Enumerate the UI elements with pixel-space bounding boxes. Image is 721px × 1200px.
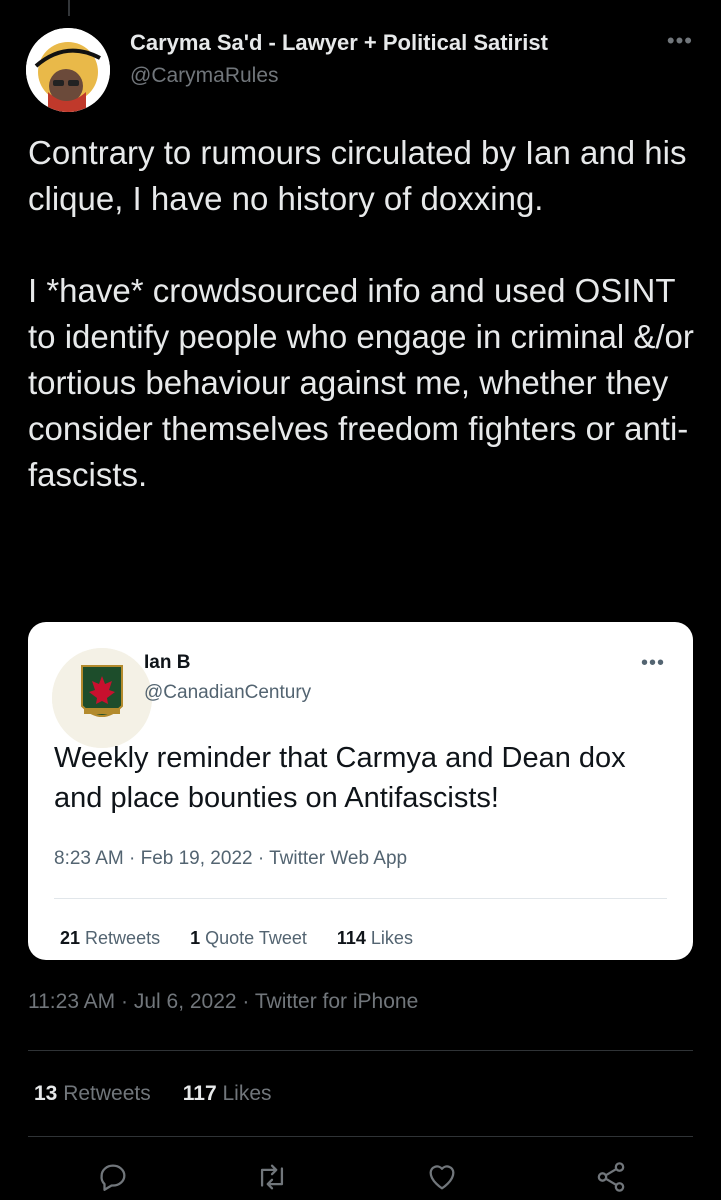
quoted-retweets-label: Retweets [85, 928, 161, 948]
thread-line [68, 0, 70, 16]
divider-top [28, 1050, 693, 1051]
more-options-icon[interactable]: ••• [667, 28, 693, 54]
quoted-likes-label: Likes [370, 928, 413, 948]
quoted-divider [54, 898, 667, 899]
quoted-quotes-count: 1 [190, 928, 201, 948]
share-button[interactable] [594, 1160, 634, 1196]
reply-button[interactable] [96, 1160, 136, 1196]
quoted-likes-stat[interactable]: 114 Likes [337, 928, 413, 949]
maple-leaf-crest-icon [52, 648, 152, 748]
likes-label: Likes [222, 1082, 272, 1105]
quoted-tweet-timestamp: 8:23 AM · Feb 19, 2022 · Twitter Web App [54, 848, 408, 869]
tweet-stats: 13 Retweets 117 Likes [34, 1082, 272, 1106]
quoted-retweets-count: 21 [60, 928, 81, 948]
reply-icon [100, 1164, 126, 1191]
quoted-quotes-stat[interactable]: 1 Quote Tweet [190, 928, 307, 949]
quoted-retweets-stat[interactable]: 21 Retweets [60, 928, 160, 949]
quoted-more-options-icon[interactable]: ••• [641, 652, 665, 675]
quoted-quotes-label: Quote Tweet [205, 928, 307, 948]
quoted-author-handle[interactable]: @CanadianCentury [144, 682, 311, 704]
author-name[interactable]: Caryma Sa'd - Lawyer + Political Satiris… [130, 30, 548, 56]
quoted-likes-count: 114 [336, 928, 366, 948]
heart-icon [429, 1165, 455, 1190]
retweets-count: 13 [34, 1082, 58, 1105]
author-avatar-image [26, 28, 110, 112]
quoted-author-avatar[interactable] [52, 648, 152, 748]
quoted-stats: 21 Retweets 1 Quote Tweet 114 Likes [60, 928, 413, 949]
tweet-text: Contrary to rumours circulated by Ian an… [28, 134, 694, 493]
retweet-icon [260, 1164, 284, 1190]
retweet-button[interactable] [255, 1160, 295, 1196]
share-icon [597, 1162, 625, 1192]
quoted-tweet-text: Weekly reminder that Carmya and Dean dox… [54, 742, 626, 814]
likes-stat[interactable]: 117 Likes [183, 1082, 272, 1106]
retweets-stat[interactable]: 13 Retweets [34, 1082, 151, 1106]
quoted-author-name[interactable]: Ian B [144, 652, 190, 674]
retweets-label: Retweets [63, 1082, 151, 1105]
quoted-tweet-card[interactable]: Ian B @CanadianCentury ••• Weekly remind… [28, 622, 693, 960]
author-avatar[interactable] [26, 28, 110, 112]
likes-count: 117 [182, 1082, 217, 1105]
author-handle[interactable]: @CarymaRules [130, 64, 279, 88]
like-button[interactable] [425, 1160, 465, 1196]
tweet-timestamp: 11:23 AM · Jul 6, 2022 · Twitter for iPh… [28, 990, 419, 1013]
divider-bottom [28, 1136, 693, 1137]
action-bar [0, 1160, 721, 1200]
